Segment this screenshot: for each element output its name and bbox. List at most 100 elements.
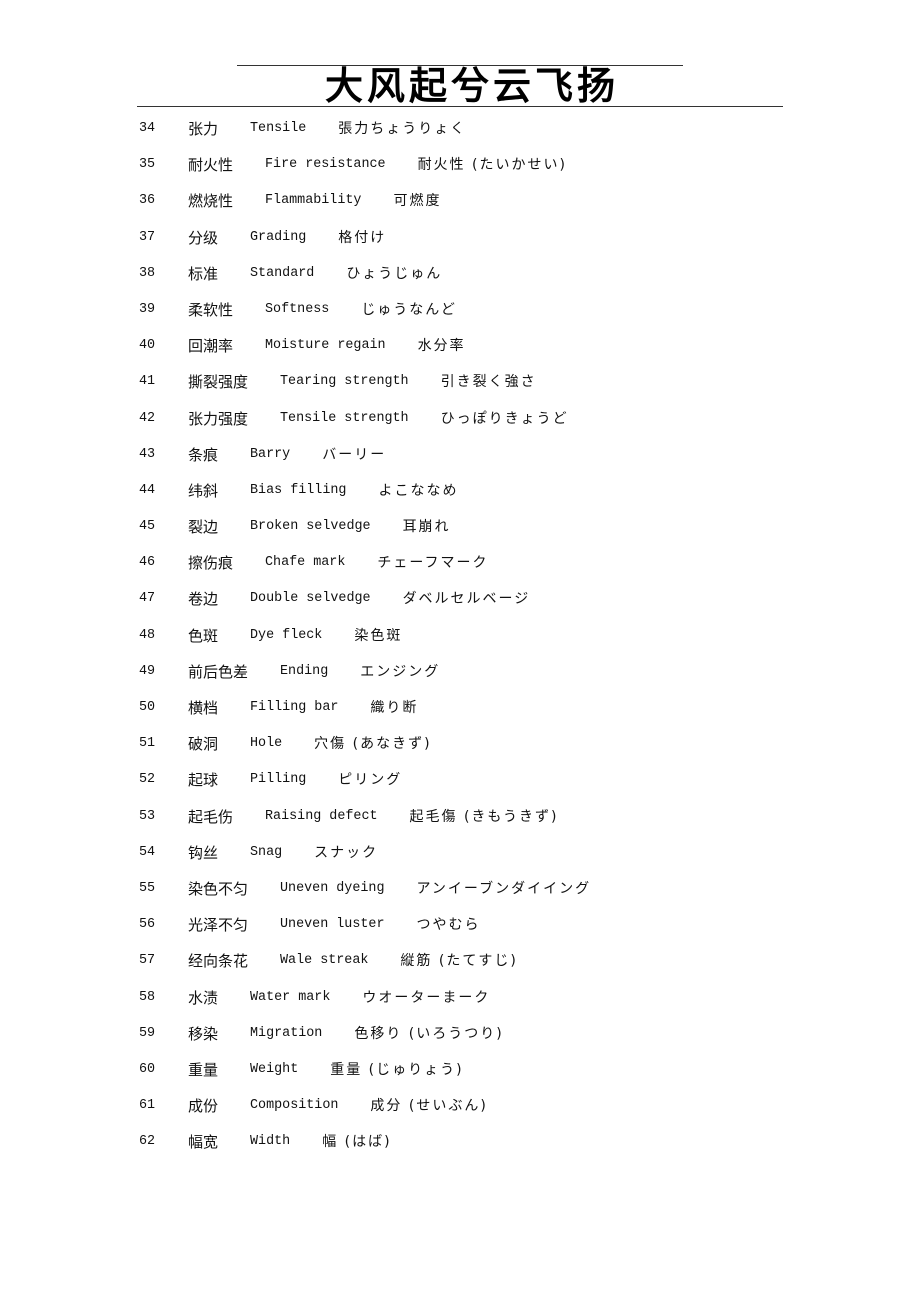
entry-number: 51 [139, 736, 156, 752]
entry-number: 60 [139, 1061, 156, 1077]
entry-number: 55 [139, 880, 156, 896]
entry-japanese: じゅうなんど [361, 301, 457, 318]
entry-number: 42 [139, 410, 156, 426]
glossary-entry: 58 水渍 Water mark ウオーターまーク [139, 988, 591, 1024]
entry-chinese: 水渍 [188, 988, 219, 1007]
entry-japanese: 起毛傷 (きもうきず) [409, 808, 559, 825]
glossary-entry: 47 卷边 Double selvedge ダベルセルベージ [139, 589, 591, 625]
glossary-entry: 36 燃烧性 Flammability 可燃度 [139, 191, 591, 227]
glossary-entry: 38 标准 Standard ひょうじゅん [139, 264, 591, 300]
entry-number: 37 [139, 229, 156, 245]
entry-japanese: ダベルセルベージ [402, 591, 531, 608]
glossary-entry: 54 钩丝 Snag スナック [139, 843, 591, 879]
entry-japanese: チェーフマーク [377, 555, 489, 572]
entry-chinese: 横档 [188, 699, 219, 717]
entry-japanese: 幅 (はば) [322, 1134, 392, 1151]
glossary-entry: 57 经向条花 Wale streak 縦筋 (たてすじ) [139, 951, 591, 987]
glossary-entry: 49 前后色差 Ending エンジング [139, 662, 591, 698]
glossary-entry: 40 回潮率 Moisture regain 水分率 [139, 336, 591, 372]
entry-number: 50 [139, 700, 156, 715]
entry-number: 61 [139, 1098, 156, 1114]
entry-number: 43 [139, 446, 156, 462]
entry-english: Raising defect [265, 808, 378, 824]
entry-chinese: 柔软性 [188, 300, 234, 319]
glossary-entry: 42 张力强度 Tensile strength ひっぽりきょうど [139, 409, 591, 445]
entry-chinese: 幅宽 [188, 1133, 219, 1152]
entry-chinese: 重量 [188, 1060, 219, 1079]
entry-english: Moisture regain [265, 338, 386, 354]
entry-japanese: エンジング [360, 663, 441, 680]
entry-english: Uneven dyeing [280, 880, 385, 896]
entry-english: Softness [265, 301, 330, 317]
entry-number: 62 [139, 1134, 156, 1150]
entry-english: Standard [250, 265, 315, 281]
entry-japanese: 縦筋 (たてすじ) [400, 953, 518, 970]
glossary-entry: 43 条痕 Barry バーリー [139, 445, 591, 481]
entry-english: Tensile strength [280, 410, 409, 426]
entry-japanese: 張力ちょうりょく [338, 121, 467, 137]
glossary-entry: 39 柔软性 Softness じゅうなんど [139, 300, 591, 336]
entry-english: Composition [250, 1098, 339, 1114]
glossary-entry: 50 横档 Filling bar 織り断 [139, 698, 591, 734]
entry-japanese: 耐火性 (たいかせい) [417, 157, 567, 174]
glossary-entry: 60 重量 Weight 重量 (じゅりょう) [139, 1060, 591, 1096]
entry-japanese: 染色斑 [354, 627, 403, 644]
entry-english: Snag [250, 844, 283, 860]
glossary-entry: 52 起球 Pilling ピリング [139, 770, 591, 806]
entry-number: 39 [139, 301, 156, 317]
glossary-entry: 46 擦伤痕 Chafe mark チェーフマーク [139, 553, 591, 589]
entry-japanese: バーリー [322, 446, 387, 463]
glossary-entry: 53 起毛伤 Raising defect 起毛傷 (きもうきず) [139, 807, 591, 843]
entry-english: Ending [280, 663, 329, 679]
entry-japanese: 穴傷 (あなきず) [314, 736, 432, 753]
glossary-list: 34 张力 Tensile 張力ちょうりょく 35 耐火性 Fire resistance 耐… [139, 119, 591, 1168]
glossary-entry: 44 纬斜 Bias filling よこななめ [139, 481, 591, 517]
entry-japanese: 重量 (じゅりょう) [330, 1061, 464, 1078]
entry-chinese: 擦伤痕 [188, 554, 234, 573]
entry-chinese: 光泽不匀 [188, 916, 249, 935]
glossary-entry: 61 成份 Composition 成分 (せいぶん) [139, 1096, 591, 1132]
entry-number: 47 [139, 591, 156, 607]
entry-english: Double selvedge [250, 591, 371, 607]
glossary-entry: 59 移染 Migration 色移り (いろうつり) [139, 1024, 591, 1060]
entry-japanese: 格付け [338, 229, 387, 246]
entry-number: 48 [139, 627, 156, 643]
glossary-entry: 45 裂边 Broken selvedge 耳崩れ [139, 517, 591, 553]
entry-number: 38 [139, 265, 156, 281]
glossary-entry: 51 破洞 Hole 穴傷 (あなきず) [139, 734, 591, 770]
entry-chinese: 条痕 [188, 445, 219, 464]
entry-japanese: 可燃度 [393, 193, 442, 210]
entry-chinese: 耐火性 [188, 156, 234, 175]
glossary-entry: 48 色斑 Dye fleck 染色斑 [139, 626, 591, 662]
entry-japanese: 色移り (いろうつり) [354, 1025, 504, 1042]
entry-chinese: 经向条花 [188, 952, 249, 971]
entry-number: 49 [139, 663, 156, 679]
entry-number: 56 [139, 917, 156, 933]
entry-english: Hole [250, 736, 283, 752]
entry-chinese: 前后色差 [188, 662, 249, 681]
entry-english: Weight [250, 1061, 299, 1077]
glossary-entry: 56 光泽不匀 Uneven luster つやむら [139, 915, 591, 951]
glossary-entry: 34 张力 Tensile 張力ちょうりょく [139, 119, 591, 155]
entry-chinese: 移染 [188, 1024, 219, 1043]
entry-japanese: スナック [314, 844, 379, 861]
entry-chinese: 分级 [188, 228, 219, 247]
entry-japanese: ひょうじゅん [346, 265, 443, 282]
entry-chinese: 钩丝 [188, 843, 219, 862]
glossary-entry: 35 耐火性 Fire resistance 耐火性 (たいかせい) [139, 155, 591, 191]
entry-chinese: 色斑 [188, 626, 219, 645]
entry-chinese: 破洞 [188, 735, 219, 754]
entry-english: Chafe mark [265, 555, 346, 571]
entry-number: 44 [139, 482, 156, 498]
entry-english: Width [250, 1134, 291, 1150]
entry-english: Barry [250, 446, 291, 462]
entry-japanese: アンイーブンダイイング [416, 880, 592, 897]
entry-english: Migration [250, 1025, 323, 1041]
entry-number: 59 [139, 1025, 156, 1041]
entry-number: 58 [139, 989, 156, 1005]
entry-chinese: 染色不匀 [188, 879, 249, 898]
entry-chinese: 撕裂强度 [188, 373, 249, 392]
entry-chinese: 起毛伤 [188, 807, 234, 826]
entry-chinese: 纬斜 [188, 481, 219, 500]
entry-number: 41 [139, 374, 156, 390]
